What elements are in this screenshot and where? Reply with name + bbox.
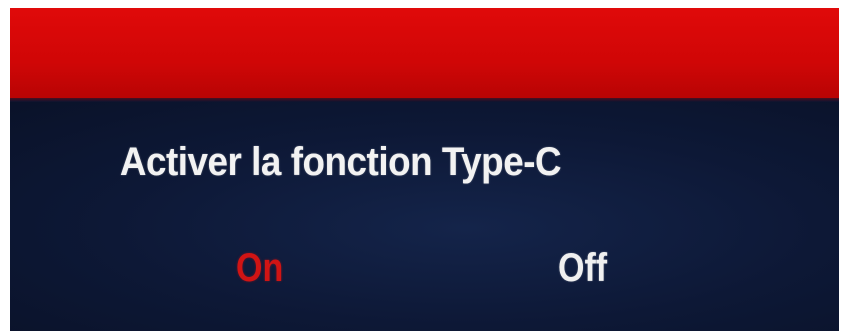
dialog-prompt: Activer la fonction Type-C: [119, 140, 562, 184]
option-off-button[interactable]: Off: [558, 246, 607, 291]
osd-dialog-body: [10, 102, 839, 331]
osd-header-bar: [10, 8, 839, 98]
option-on-button[interactable]: On: [236, 246, 283, 291]
